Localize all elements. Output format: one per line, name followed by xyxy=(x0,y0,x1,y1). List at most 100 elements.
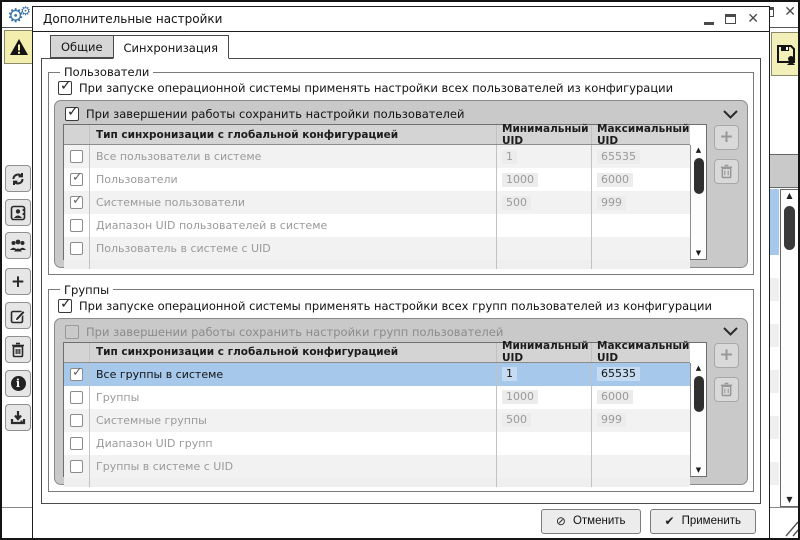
refresh-icon xyxy=(12,172,24,185)
close-icon[interactable]: ✕ xyxy=(784,5,796,19)
users-save-panel: При завершении работы сохранить настройк… xyxy=(54,100,748,269)
apply-check-icon: ✔ xyxy=(664,514,675,528)
table-row[interactable]: Пользователь в системе с UID xyxy=(64,237,690,260)
row-checkbox[interactable] xyxy=(70,390,83,404)
tabbar: Общие Синхронизация xyxy=(33,32,769,59)
groups-save-panel: При завершении работы сохранить настройк… xyxy=(54,317,748,487)
user-card-icon xyxy=(10,205,26,220)
table-row[interactable]: Диапазон UID групп xyxy=(64,431,690,455)
scroll-down-icon[interactable]: ▼ xyxy=(696,248,701,259)
table-row[interactable]: Диапазон UID пользователей в системе xyxy=(64,214,690,237)
info-button[interactable]: i xyxy=(5,370,31,397)
import-icon xyxy=(10,411,26,425)
user-card-button[interactable] xyxy=(5,199,31,226)
import-button[interactable] xyxy=(5,404,31,431)
chevron-down-icon[interactable] xyxy=(723,327,738,336)
users-group-legend: Пользователи xyxy=(64,65,150,79)
col-max-uid[interactable]: Максимальный UID xyxy=(592,340,690,364)
trash-icon xyxy=(12,342,24,357)
table-row[interactable]: Пользователи 1000 6000 xyxy=(64,168,690,191)
tab-content: Пользователи При запуске операционной си… xyxy=(41,58,761,504)
refresh-button[interactable] xyxy=(5,165,31,192)
groups-group-legend: Группы xyxy=(64,282,110,297)
col-sync-type[interactable]: Тип синхронизации с глобальной конфигура… xyxy=(90,342,497,362)
apply-button[interactable]: ✔ Применить xyxy=(649,508,756,534)
col-min-uid[interactable]: Минимальный UID xyxy=(497,340,592,364)
users-table-scrollbar[interactable]: ▲ ▼ xyxy=(690,145,706,259)
add-icon: + xyxy=(719,127,734,147)
minimize-icon[interactable] xyxy=(704,21,715,25)
table-row[interactable]: Системные пользователи 500 999 xyxy=(64,191,690,214)
groups-table-header: Тип синхронизации с глобальной конфигура… xyxy=(64,340,690,364)
save-users-button[interactable] xyxy=(771,32,798,76)
cancel-button[interactable]: ⊘ Отменить xyxy=(540,508,641,534)
advanced-settings-dialog: Дополнительные настройки ✕ Общие Синхрон… xyxy=(32,6,770,538)
table-row[interactable]: Все группы в системе 1 65535 xyxy=(64,362,690,386)
users-table-header: Тип синхронизации с глобальной конфигура… xyxy=(64,123,690,147)
scroll-thumb[interactable] xyxy=(693,158,704,194)
table-row[interactable]: Все пользователи в системе 1 65535 xyxy=(64,145,690,168)
users-startup-row[interactable]: При запуске операционной системы применя… xyxy=(58,78,746,95)
row-checkbox[interactable] xyxy=(70,459,83,473)
users-group-icon xyxy=(10,239,26,252)
trash-icon xyxy=(720,382,733,396)
settings-gears-icon: ⚙ ⚙ xyxy=(7,4,31,27)
warning-button[interactable] xyxy=(4,30,33,64)
groups-add-row-button[interactable]: + xyxy=(714,342,739,368)
table-row[interactable]: Системные группы 500 999 xyxy=(64,408,690,432)
background-scrollbar[interactable]: ▲ ▼ xyxy=(780,189,798,507)
users-startup-checkbox[interactable] xyxy=(58,78,72,95)
row-checkbox[interactable] xyxy=(70,170,83,186)
close-icon[interactable]: ✕ xyxy=(747,12,759,26)
tab-general[interactable]: Общие xyxy=(50,35,114,58)
groups-save-header[interactable]: При завершении работы сохранить настройк… xyxy=(63,322,740,342)
scroll-down-icon[interactable]: ▼ xyxy=(786,494,792,506)
scroll-thumb[interactable] xyxy=(784,206,795,250)
groups-startup-checkbox[interactable] xyxy=(58,296,72,313)
users-group-button[interactable] xyxy=(5,232,31,259)
users-save-checkbox[interactable] xyxy=(65,104,79,121)
dialog-titlebar[interactable]: Дополнительные настройки ✕ xyxy=(33,7,769,32)
table-row[interactable]: Группы в системе с UID xyxy=(64,454,690,478)
add-button[interactable]: + xyxy=(5,268,31,295)
col-max-uid[interactable]: Максимальный UID xyxy=(592,123,690,147)
users-delete-row-button[interactable] xyxy=(714,159,739,184)
trash-icon xyxy=(720,164,733,179)
scroll-up-icon[interactable]: ▲ xyxy=(786,190,792,202)
scroll-thumb[interactable] xyxy=(693,375,704,412)
row-checkbox[interactable] xyxy=(70,219,83,232)
application-window: ⚙ ⚙ ✕ + i ▲ ▼ Дополнительные настройки ✕… xyxy=(0,0,800,540)
row-checkbox[interactable] xyxy=(70,242,83,255)
groups-save-checkbox[interactable] xyxy=(65,324,79,339)
maximize-icon[interactable] xyxy=(725,14,737,24)
delete-button[interactable] xyxy=(5,336,31,363)
groups-startup-row[interactable]: При запуске операционной системы применя… xyxy=(58,296,746,313)
col-sync-type[interactable]: Тип синхронизации с глобальной конфигура… xyxy=(90,125,497,144)
row-checkbox[interactable] xyxy=(70,413,83,427)
tab-synchronization[interactable]: Синхронизация xyxy=(112,35,230,59)
row-checkbox[interactable] xyxy=(70,365,83,381)
dialog-footer: ⊘ Отменить ✔ Применить xyxy=(33,504,769,538)
users-table: Тип синхронизации с глобальной конфигура… xyxy=(63,123,707,269)
groups-startup-label: При запуске операционной системы применя… xyxy=(79,298,712,313)
edit-icon xyxy=(10,309,26,323)
resize-grip[interactable] xyxy=(778,518,798,538)
warning-triangle-icon xyxy=(9,39,28,55)
edit-button[interactable] xyxy=(5,302,31,329)
groups-delete-row-button[interactable] xyxy=(714,376,739,402)
scroll-down-icon[interactable]: ▼ xyxy=(696,465,701,476)
row-checkbox[interactable] xyxy=(70,150,83,163)
scroll-up-icon[interactable]: ▲ xyxy=(696,363,701,374)
dialog-title: Дополнительные настройки xyxy=(43,12,223,26)
users-save-header[interactable]: При завершении работы сохранить настройк… xyxy=(63,104,740,124)
table-row[interactable]: Группы 1000 6000 xyxy=(64,385,690,409)
groups-table-scrollbar[interactable]: ▲ ▼ xyxy=(690,362,706,476)
scroll-up-icon[interactable]: ▲ xyxy=(696,145,701,156)
chevron-down-icon[interactable] xyxy=(723,109,738,119)
row-checkbox[interactable] xyxy=(70,193,83,209)
table-row-stripe xyxy=(64,260,690,269)
users-startup-label: При запуске операционной системы применя… xyxy=(79,81,674,95)
row-checkbox[interactable] xyxy=(70,436,83,450)
col-min-uid[interactable]: Минимальный UID xyxy=(497,123,592,147)
users-add-row-button[interactable]: + xyxy=(714,125,739,150)
